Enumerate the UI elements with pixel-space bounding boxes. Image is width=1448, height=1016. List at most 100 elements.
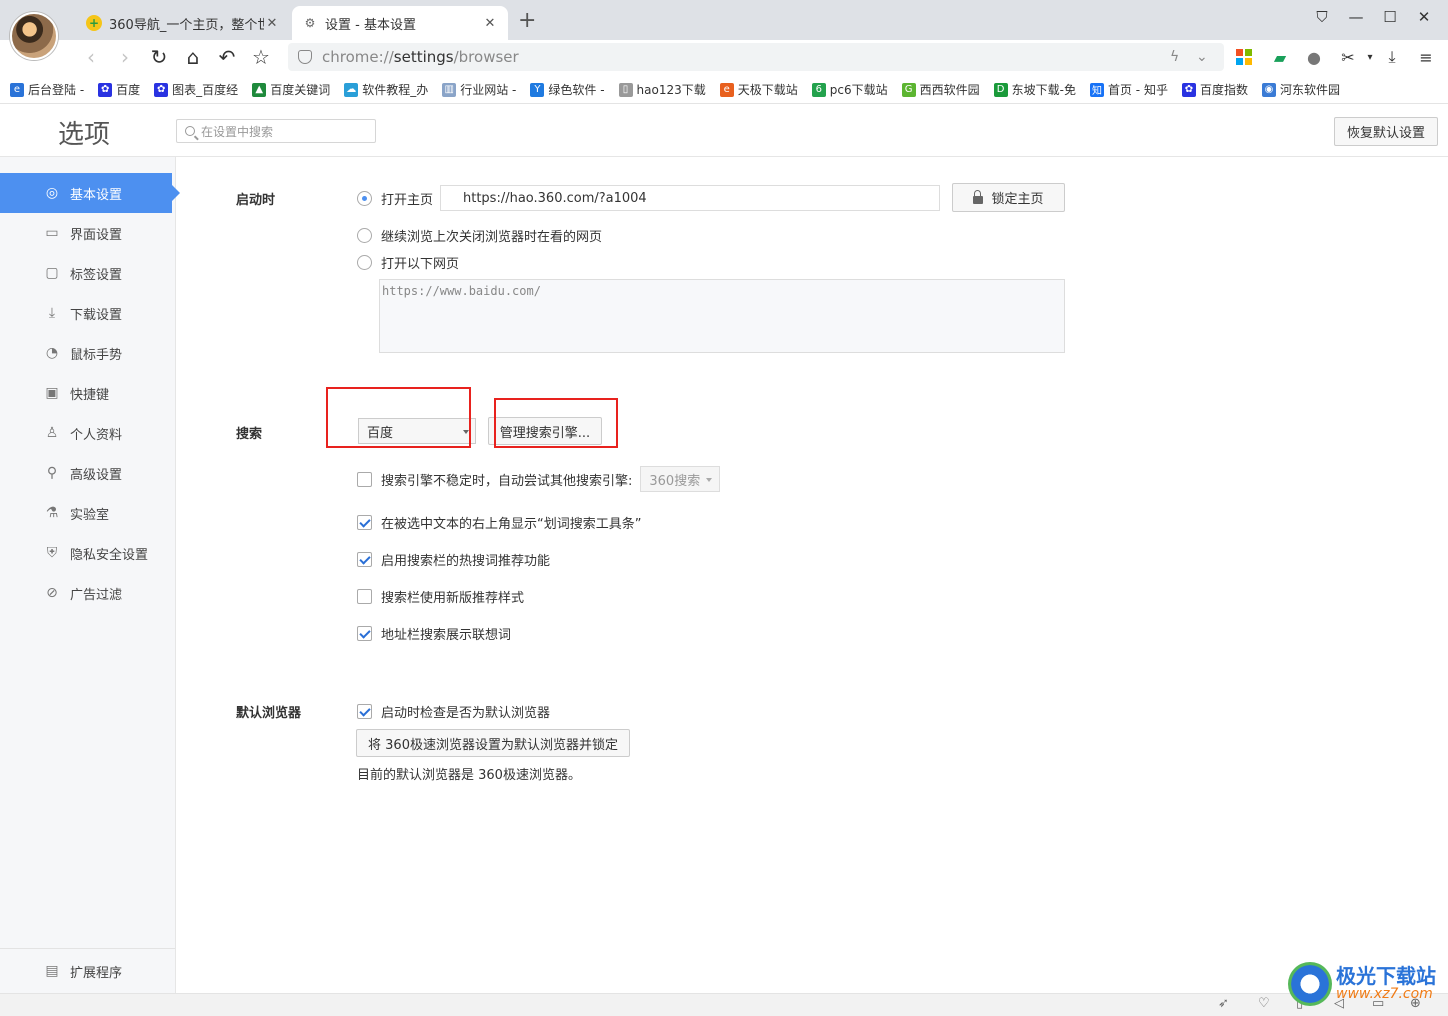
manage-search-engines-button[interactable]: 管理搜索引擎... — [488, 417, 602, 445]
fallback-engine-select[interactable]: 360搜索 — [640, 466, 721, 492]
bookmark-item[interactable]: D 东坡下载-免 — [993, 81, 1076, 98]
apps-icon[interactable] — [1234, 47, 1254, 67]
set-default-browser-button[interactable]: 将 360极速浏览器设置为默认浏览器并锁定 — [356, 729, 630, 757]
sidebar-item-person[interactable]: ♙ 个人资料 — [0, 413, 176, 453]
search-option[interactable]: 启用搜索栏的热搜词推荐功能 — [357, 550, 550, 569]
sidebar-item-label: 扩展程序 — [70, 965, 123, 981]
startup-continue-option[interactable]: 继续浏览上次关闭浏览器时在看的网页 — [357, 226, 602, 245]
maximize-button[interactable]: ☐ — [1376, 8, 1404, 26]
tab-settings[interactable]: ⚙ 设置 - 基本设置 ✕ — [292, 6, 508, 40]
checkbox-label: 启用搜索栏的热搜词推荐功能 — [381, 554, 551, 569]
bookmark-label: 后台登陆 - — [28, 83, 85, 97]
home-url-field[interactable]: https://hao.360.com/?a1004 — [440, 185, 940, 211]
fallback-checkbox[interactable] — [357, 471, 372, 487]
sidebar-item-label: 鼠标手势 — [70, 347, 123, 363]
bookmark-item[interactable]: Y 绿色软件 - — [530, 81, 605, 98]
lock-home-button[interactable]: 锁定主页 — [952, 183, 1065, 212]
user-avatar[interactable] — [10, 12, 58, 60]
reload-button[interactable]: ↻ — [146, 44, 172, 70]
y-icon: Y — [530, 82, 545, 97]
wrench-icon: ⚲ — [46, 465, 58, 481]
watermark-url: www.xz7.com — [1336, 986, 1433, 1003]
search-option[interactable]: 地址栏搜索展示联想词 — [357, 624, 511, 643]
search-option[interactable]: 在被选中文本的右上角显示“划词搜索工具条” — [357, 513, 641, 532]
sidebar-item-block[interactable]: ⊘ 广告过滤 — [0, 573, 176, 613]
bookmark-item[interactable]: ✿ 图表_百度经 — [154, 81, 238, 98]
fallback-engine-option[interactable]: 搜索引擎不稳定时，自动尝试其他搜索引擎: 360搜索 — [357, 466, 721, 492]
search-option-checkbox[interactable] — [357, 552, 372, 567]
360-logo-icon: + — [86, 15, 102, 31]
sidebar-item-flask[interactable]: ⚗ 实验室 — [0, 493, 176, 533]
startup-open-pages-option[interactable]: 打开以下网页 — [357, 253, 459, 272]
search-engine-select[interactable]: 百度 — [358, 418, 476, 444]
rocket-icon[interactable]: ➶ — [1218, 996, 1229, 1011]
bookmark-item[interactable]: 知首页 - 知乎 — [1089, 81, 1168, 98]
radio-continue[interactable] — [357, 228, 372, 243]
sidebar-item-mouse[interactable]: ◔ 鼠标手势 — [0, 333, 176, 373]
bookmark-item[interactable]: ✿ 百度指数 — [1181, 81, 1248, 98]
bookmark-item[interactable]: ▲ 百度关键词 — [252, 81, 330, 98]
heart-icon[interactable]: ♡ — [1258, 996, 1270, 1011]
search-option-checkbox[interactable] — [357, 515, 372, 530]
bookmark-label: 百度指数 — [1199, 83, 1248, 97]
settings-search-input[interactable]: 在设置中搜索 — [176, 119, 376, 143]
forward-button[interactable]: › — [112, 44, 138, 70]
bookmark-item[interactable]: 6 pc6下载站 — [811, 81, 888, 98]
download-icon: ⤓ — [48, 305, 56, 321]
sidebar-item-extensions[interactable]: ▤ 扩展程序 — [0, 951, 176, 991]
search-option[interactable]: 搜索栏使用新版推荐样式 — [357, 587, 524, 606]
menu-icon[interactable]: ≡ — [1416, 47, 1436, 67]
scissors-icon[interactable]: ✂ — [1338, 47, 1358, 67]
search-option-checkbox[interactable] — [357, 589, 372, 604]
radio-open-pages[interactable] — [357, 255, 372, 270]
bookmarks-bar: e 后台登陆 - ✿ 百度 ✿ 图表_百度经 ▲ 百度关键词 ☁ 软件教程_办 ▥ 行业网站 - Y 绿色… — [0, 76, 1448, 104]
paw-icon: ✿ — [1181, 82, 1196, 97]
bookmark-star-button[interactable]: ☆ — [248, 44, 274, 70]
back-button[interactable]: ‹ — [78, 44, 104, 70]
sidebar-item-target[interactable]: ◎ 基本设置 — [0, 173, 180, 213]
skin-icon[interactable]: ⛉ — [1308, 8, 1336, 26]
close-window-button[interactable]: ✕ — [1410, 8, 1438, 26]
bookmark-item[interactable]: G 西西软件园 — [901, 81, 980, 98]
search-option-checkbox[interactable] — [357, 626, 372, 641]
sidebar-item-tab[interactable]: ▢ 标签设置 — [0, 253, 176, 293]
cloud-extension-icon[interactable]: ● — [1304, 47, 1324, 67]
chevron-down-icon[interactable]: ▾ — [1360, 47, 1380, 67]
bookmark-item[interactable]: ◉ 河东软件园 — [1261, 81, 1340, 98]
shield-icon: ⛨ — [46, 545, 58, 561]
e-icon: e — [10, 82, 24, 97]
startup-open-home-option[interactable]: 打开主页 — [357, 189, 433, 208]
chat-extension-icon[interactable]: ▰ — [1270, 47, 1290, 67]
mouse-icon: ◔ — [45, 345, 59, 361]
close-icon[interactable]: ✕ — [482, 16, 498, 31]
sidebar-item-shield[interactable]: ⛨ 隐私安全设置 — [0, 533, 176, 573]
lightning-icon[interactable]: ϟ — [1170, 49, 1179, 65]
address-bar[interactable]: chrome://settings/browser — [288, 43, 1224, 71]
bookmark-item[interactable]: ▥ 行业网站 - — [442, 81, 516, 98]
close-icon[interactable]: ✕ — [264, 16, 280, 31]
bookmark-item[interactable]: ▯ hao123下载 — [618, 81, 706, 98]
restore-defaults-button[interactable]: 恢复默认设置 — [1334, 117, 1438, 146]
sidebar-divider — [0, 948, 175, 949]
default-browser-check-option[interactable]: 启动时检查是否为默认浏览器 — [357, 702, 550, 721]
minimize-button[interactable]: — — [1342, 8, 1370, 26]
startup-pages-textarea[interactable]: https://www.baidu.com/ — [379, 279, 1065, 353]
sidebar-item-download[interactable]: ⤓ 下载设置 — [0, 293, 176, 333]
new-tab-button[interactable]: + — [518, 8, 536, 33]
sidebar-item-wrench[interactable]: ⚲ 高级设置 — [0, 453, 176, 493]
navigation-toolbar: ‹ › ↻ ⌂ ↶ ☆ chrome://settings/browser ϟ … — [0, 40, 1448, 74]
chevron-down-icon[interactable]: ⌄ — [1196, 49, 1208, 65]
sidebar-item-keyboard[interactable]: ▣ 快捷键 — [0, 373, 176, 413]
radio-open-home[interactable] — [357, 191, 372, 206]
tab-360-navigation[interactable]: + 360导航_一个主页，整个世界 ✕ — [76, 6, 290, 40]
bookmark-item[interactable]: e 后台登陆 - — [10, 81, 84, 98]
default-browser-checkbox[interactable] — [357, 704, 372, 719]
home-button[interactable]: ⌂ — [180, 44, 206, 70]
bookmark-item[interactable]: ✿ 百度 — [98, 81, 140, 98]
bookmark-item[interactable]: ☁ 软件教程_办 — [344, 81, 428, 98]
search-section-label: 搜索 — [236, 427, 263, 442]
bookmark-item[interactable]: e 天极下载站 — [719, 81, 798, 98]
sidebar-item-window[interactable]: ▭ 界面设置 — [0, 213, 176, 253]
download-icon[interactable]: ⤓ — [1382, 47, 1402, 67]
undo-close-button[interactable]: ↶ — [214, 44, 240, 70]
